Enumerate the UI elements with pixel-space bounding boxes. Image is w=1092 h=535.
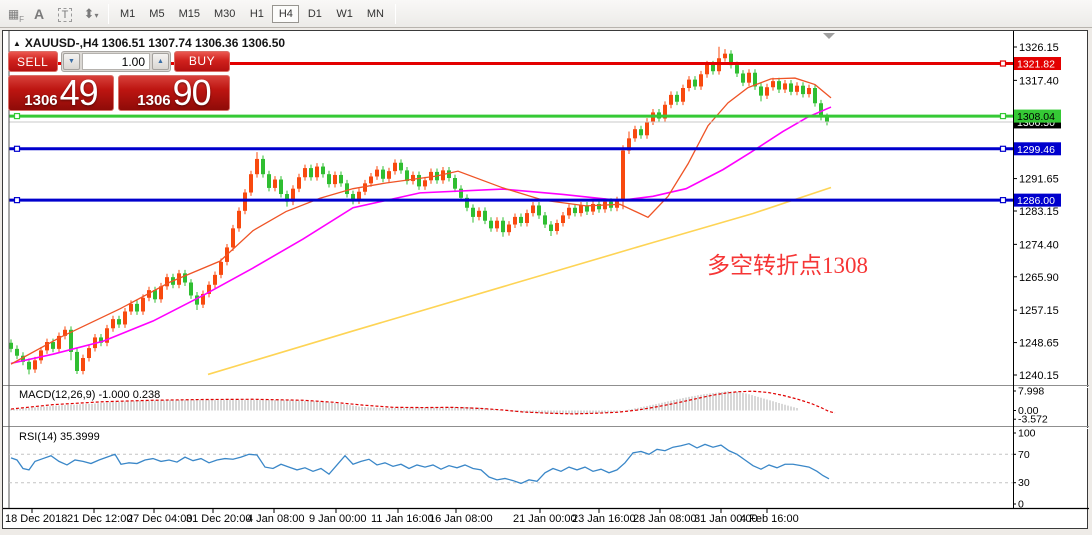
macd-scale-label: 7.998: [1018, 385, 1044, 397]
price-badge-label: 1321.82: [1017, 59, 1055, 71]
time-axis-label: 21 Dec 12:00: [67, 513, 132, 525]
timeframe-button-H4[interactable]: H4: [272, 5, 299, 23]
hline-marker: [1001, 114, 1006, 119]
buy-price-main: 1306: [137, 92, 170, 109]
sell-button[interactable]: SELL: [8, 51, 58, 72]
timeframe-button-M1[interactable]: M1: [114, 5, 141, 23]
rsi-scale-label: 30: [1018, 477, 1030, 489]
timeframe-button-MN[interactable]: MN: [361, 5, 390, 23]
timeframe-button-H1[interactable]: H1: [243, 5, 270, 23]
price-tick-label: 1248.65: [1019, 338, 1059, 350]
price-tick-label: 1257.15: [1019, 305, 1059, 317]
macd-indicator-label: MACD(12,26,9) -1.000 0.238: [19, 389, 160, 401]
crosshair-grid-f-icon[interactable]: ▦F: [0, 7, 26, 21]
time-axis-label: 4 Jan 08:00: [247, 513, 305, 525]
price-badge-label: 1299.46: [1017, 144, 1055, 156]
sell-price-display[interactable]: 1306 49: [8, 75, 114, 111]
timeframe-button-M15[interactable]: M15: [173, 5, 206, 23]
lot-increase-button[interactable]: ▲: [152, 53, 169, 70]
rsi-line: [11, 444, 829, 484]
lot-decrease-button[interactable]: ▼: [63, 53, 80, 70]
toolbar-separator: [395, 4, 396, 24]
timeframe-button-D1[interactable]: D1: [301, 5, 328, 23]
toolbar-separator: [108, 4, 109, 24]
one-click-trading-panel: SELL ▼ 1.00 ▲ BUY 1306 49 1306 90: [8, 49, 230, 111]
symbol-ohlc-text: XAUUSD-,H4 1306.51 1307.74 1306.36 1306.…: [25, 36, 285, 50]
time-axis-label: 11 Jan 16:00: [371, 513, 434, 525]
lot-size-control: ▼ 1.00 ▲: [61, 51, 171, 72]
time-axis-label: 23 Jan 16:00: [572, 513, 636, 525]
time-axis-label: 16 Jan 08:00: [429, 513, 493, 525]
hline-marker: [15, 114, 20, 119]
price-badge-label: 1286.00: [1017, 195, 1055, 207]
time-axis-label: 21 Jan 00:00: [513, 513, 577, 525]
chart-window: 1326.15 1317.40 1291.65 1283.15 1274.40 1265.…: [2, 30, 1088, 529]
top-toolbar: ▦F A T ⬍▾ M1M5M15M30H1H4D1W1MN: [0, 0, 1092, 28]
chart-collapse-arrow-icon[interactable]: ▲: [13, 39, 21, 48]
time-axis-label: 9 Jan 00:00: [309, 513, 367, 525]
price-tick-label: 1317.40: [1019, 75, 1059, 87]
time-axis-label: 31 Dec 20:00: [186, 513, 251, 525]
price-badge-label: 1308.04: [1017, 111, 1055, 123]
hline-marker: [15, 146, 20, 151]
lot-size-input[interactable]: 1.00: [82, 53, 150, 70]
hline-marker: [1001, 61, 1006, 66]
time-axis-label: 28 Jan 08:00: [633, 513, 697, 525]
macd-scale-label: -3.572: [1018, 414, 1048, 426]
time-axis-label: 4 Feb 16:00: [740, 513, 799, 525]
timeframe-button-group: M1M5M15M30H1H4D1W1MN: [113, 5, 391, 23]
chart-shift-marker-icon: [823, 33, 835, 39]
hline-marker: [1001, 146, 1006, 151]
price-tick-label: 1291.65: [1019, 174, 1059, 186]
ma-fast-red-line: [11, 78, 831, 364]
text-label-icon[interactable]: A: [26, 6, 52, 22]
price-tick-label: 1326.15: [1019, 42, 1059, 54]
rsi-scale-label: 70: [1018, 449, 1030, 461]
rsi-scale-label: 100: [1018, 428, 1036, 440]
price-tick-label: 1274.40: [1019, 239, 1059, 251]
arrow-objects-icon[interactable]: ⬍▾: [78, 6, 104, 22]
price-tick-label: 1240.15: [1019, 370, 1059, 382]
rsi-indicator-label: RSI(14) 35.3999: [19, 431, 100, 443]
time-axis-label: 18 Dec 2018: [5, 513, 67, 525]
text-tool-icon[interactable]: T: [52, 6, 78, 21]
chart-symbol-header: ▲ XAUUSD-,H4 1306.51 1307.74 1306.36 1306…: [13, 36, 285, 50]
buy-price-display[interactable]: 1306 90: [118, 75, 230, 111]
rsi-scale-label: 0: [1018, 499, 1024, 511]
sell-price-pips: 49: [60, 76, 98, 110]
timeframe-button-W1[interactable]: W1: [330, 5, 359, 23]
hline-marker: [1001, 198, 1006, 203]
timeframe-button-M5[interactable]: M5: [143, 5, 170, 23]
time-axis-label: 27 Dec 04:00: [127, 513, 192, 525]
buy-price-pips: 90: [173, 76, 211, 110]
ma-slow-yellow-line: [208, 188, 831, 375]
price-tick-label: 1265.90: [1019, 272, 1059, 284]
buy-button[interactable]: BUY: [174, 51, 230, 72]
hline-marker: [15, 198, 20, 203]
timeframe-button-M30[interactable]: M30: [208, 5, 241, 23]
price-tick-label: 1283.15: [1019, 206, 1059, 218]
ma-mid-magenta-line: [11, 107, 831, 363]
sell-price-main: 1306: [24, 92, 57, 109]
chart-annotation-text[interactable]: 多空转折点1308: [707, 246, 868, 280]
